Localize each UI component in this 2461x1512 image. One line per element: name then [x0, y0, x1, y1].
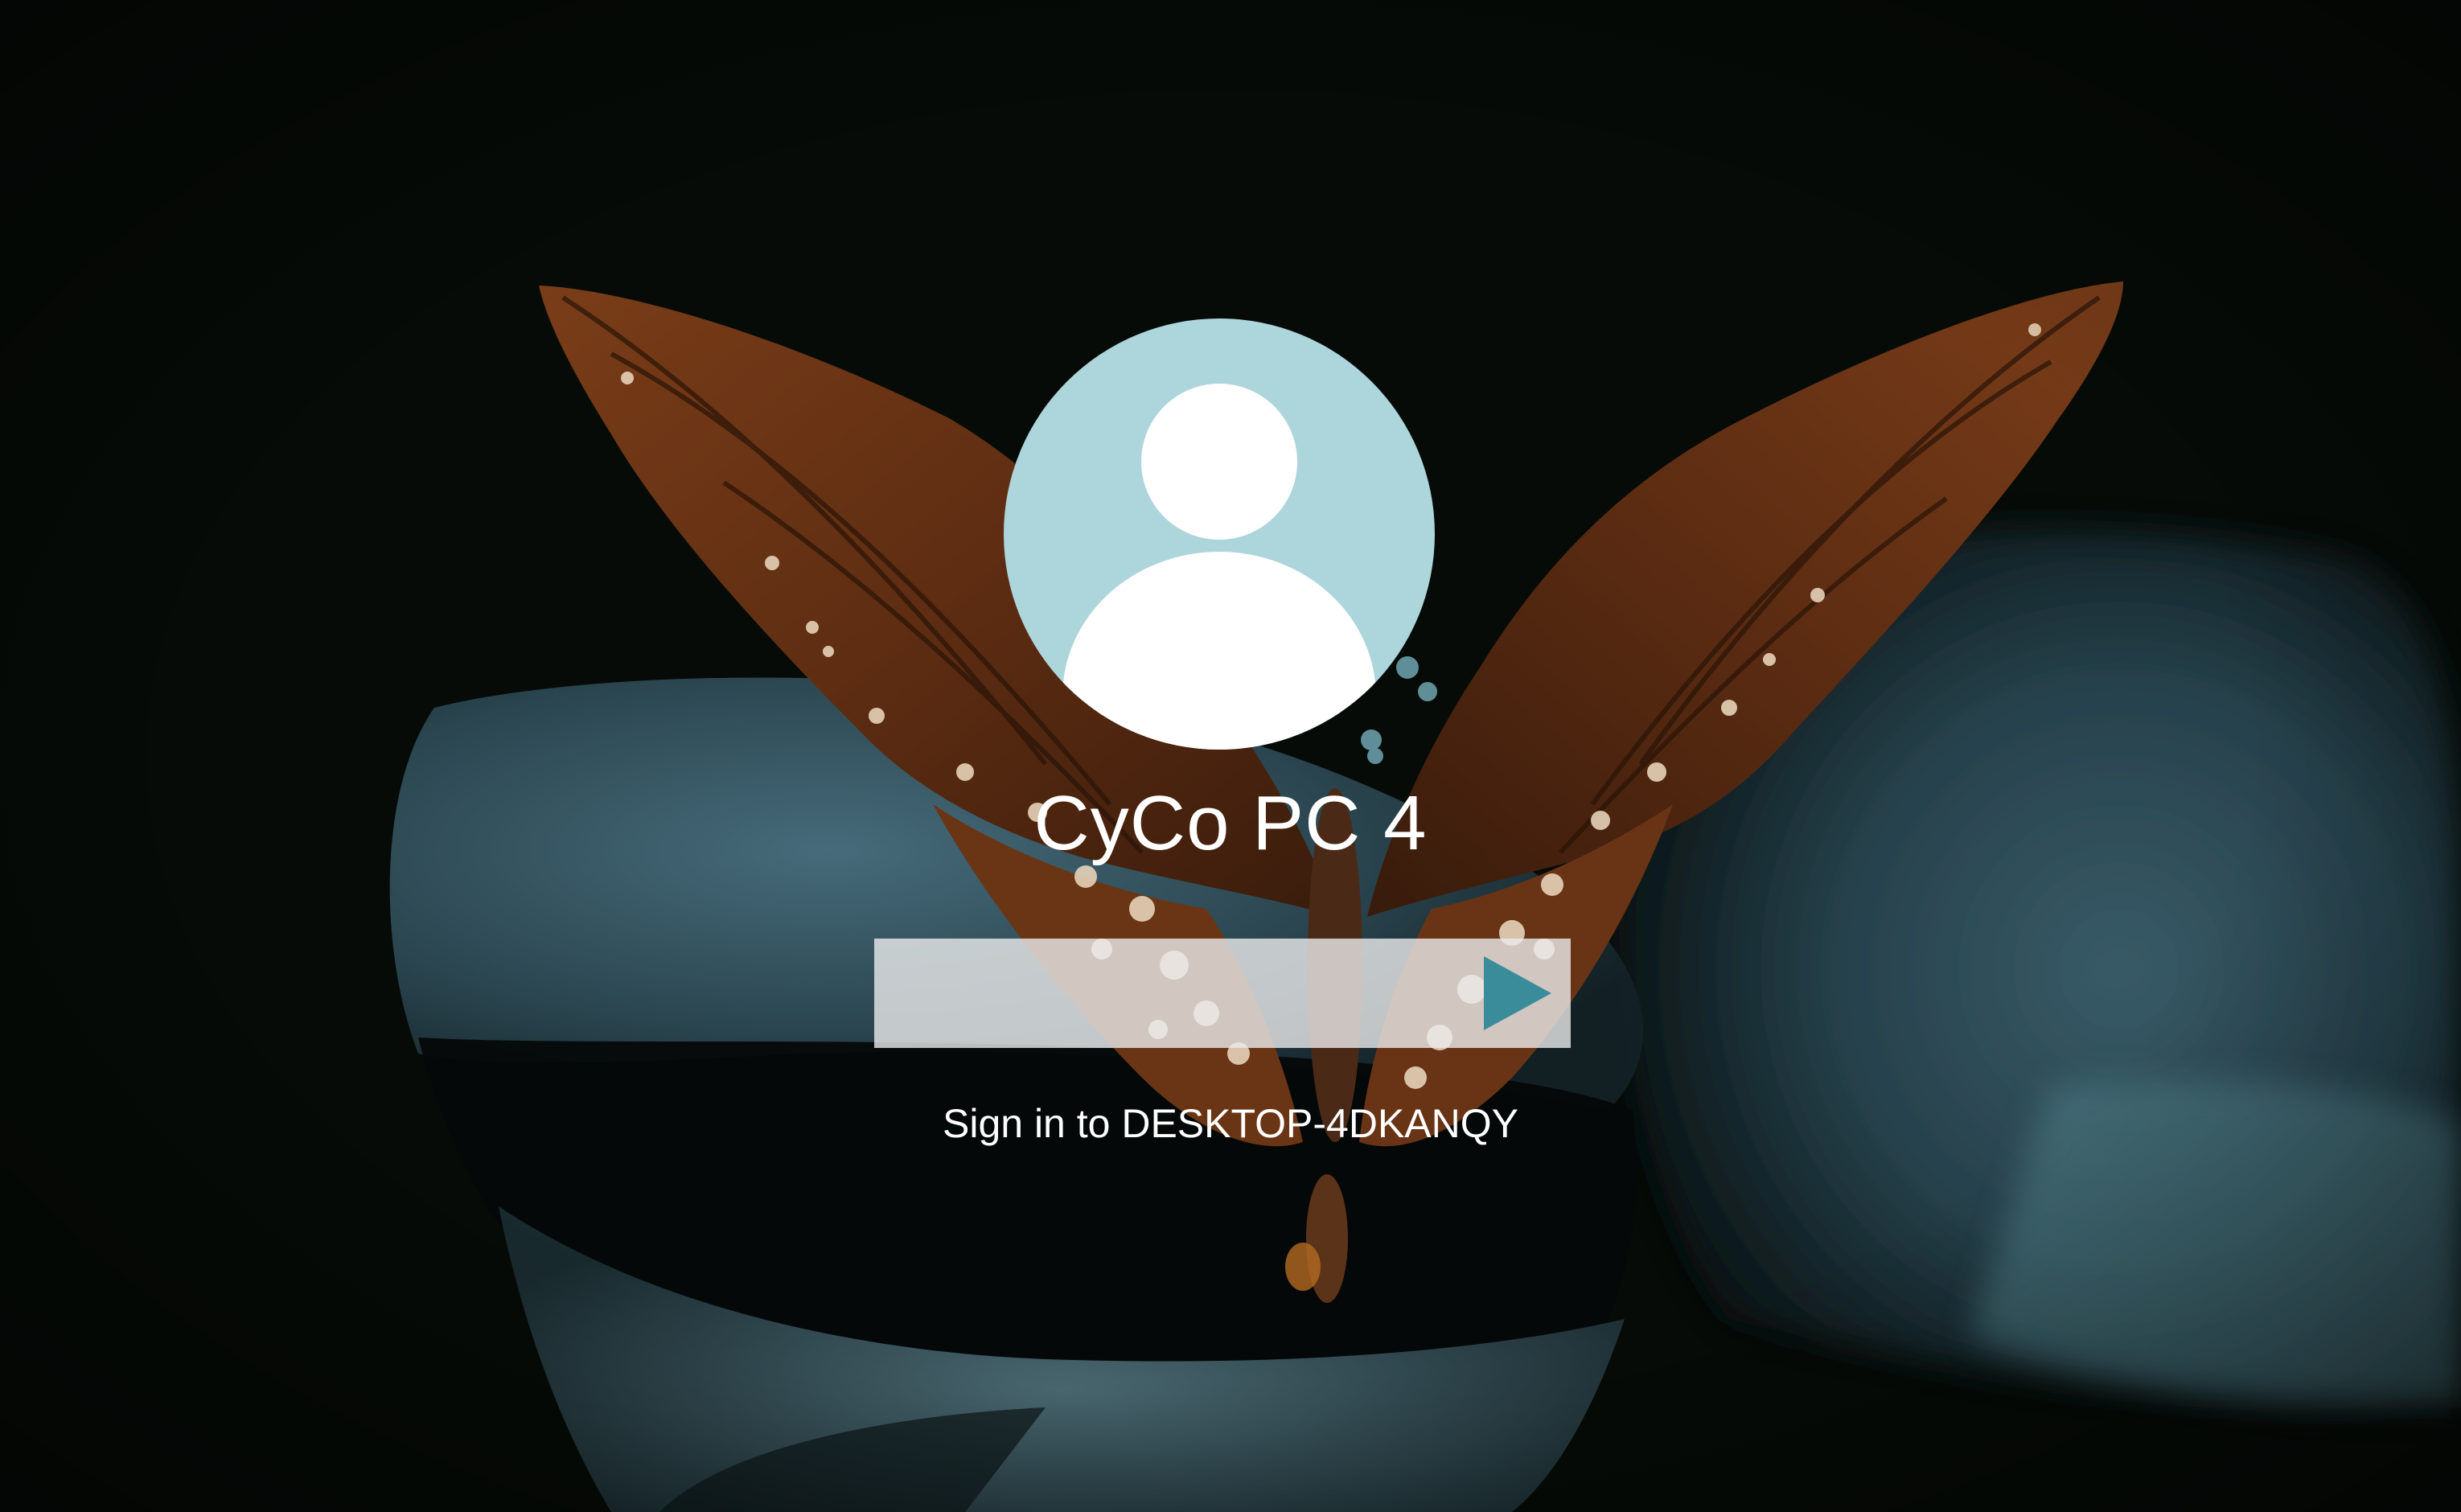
user-silhouette-icon — [1062, 384, 1376, 750]
user-name: CyCo PC 4 — [1033, 780, 1428, 866]
wallpaper-image — [0, 0, 2461, 1512]
arrow-right-icon — [1484, 956, 1551, 1030]
password-field-container — [874, 939, 1571, 1048]
sign-in-prompt: Sign in to DESKTOP-4DKANQY — [942, 1101, 1518, 1146]
user-avatar — [1004, 318, 1435, 750]
submit-button[interactable] — [1476, 951, 1559, 1035]
lock-screen: CyCo PC 4 Sign in to DESKTOP-4DKANQY — [0, 0, 2461, 1512]
password-input[interactable] — [874, 939, 1469, 1048]
